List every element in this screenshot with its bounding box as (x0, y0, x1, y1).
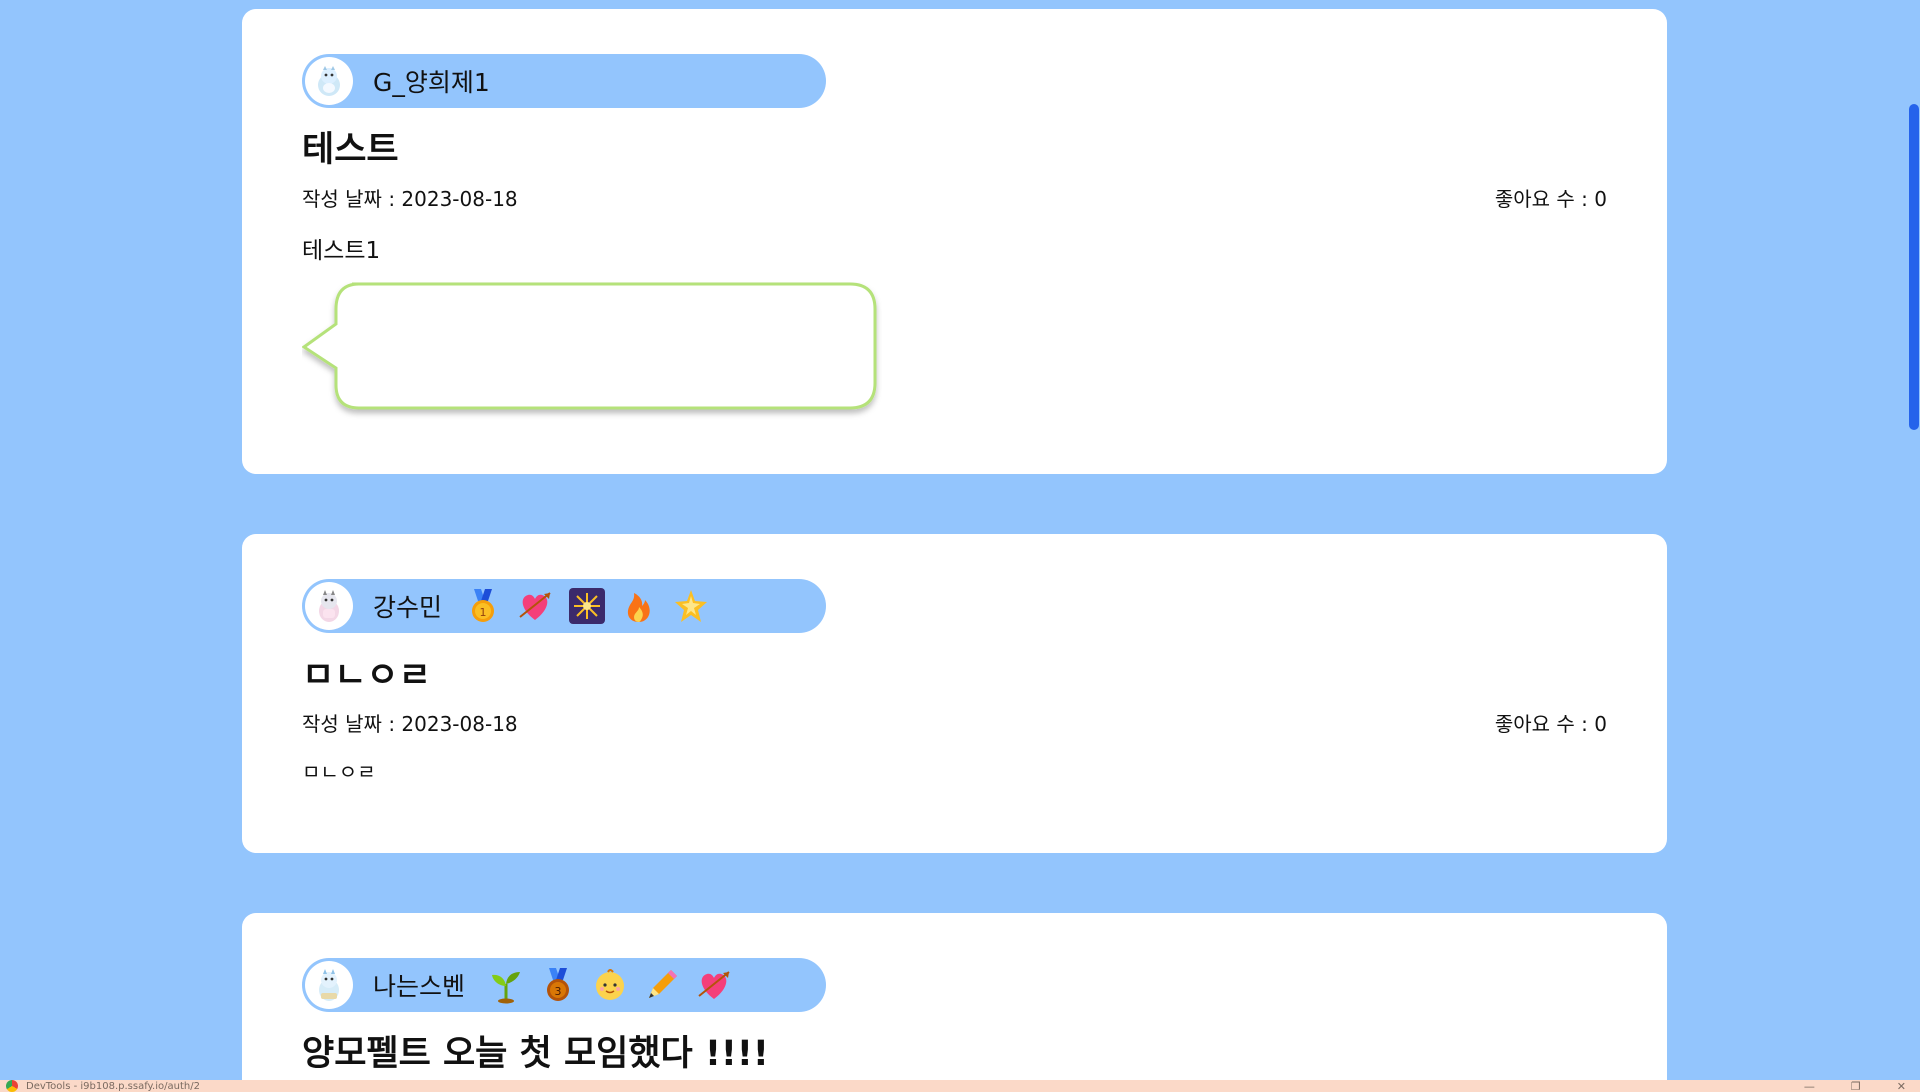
badge-list: 3 (487, 966, 733, 1004)
author-pill[interactable]: G_양희제1 (302, 54, 826, 108)
restore-button[interactable]: ❐ (1851, 1080, 1861, 1092)
dragon-avatar-icon (305, 961, 353, 1009)
post-card[interactable]: 나는스벤 3 양모펠트 오늘 첫 모임했다 !!!! (242, 913, 1667, 1092)
svg-text:1: 1 (480, 606, 487, 619)
glowing-star-icon (672, 587, 710, 625)
post-title: ㅁㄴㅇㄹ (302, 656, 431, 696)
scrollbar-thumb[interactable] (1909, 104, 1919, 430)
badge-list: 1 (464, 587, 710, 625)
sparkler-icon (568, 587, 606, 625)
comment-bubble[interactable] (301, 282, 882, 422)
scrollbar[interactable] (1906, 0, 1920, 1080)
fire-icon (620, 587, 658, 625)
gold-medal-icon: 1 (464, 587, 502, 625)
author-pill[interactable]: 나는스벤 3 (302, 958, 826, 1012)
like-count: 좋아요 수 : 0 (1494, 712, 1607, 736)
post-body: ㅁㄴㅇㄹ (302, 760, 376, 784)
dragon-avatar-icon (305, 582, 353, 630)
post-date: 작성 날짜 : 2023-08-18 (302, 187, 518, 211)
post-title: 양모펠트 오늘 첫 모임했다 !!!! (302, 1034, 769, 1074)
heart-arrow-icon (516, 587, 554, 625)
baby-icon (591, 966, 629, 1004)
seedling-icon (487, 966, 525, 1004)
feed-viewport: G_양희제1 테스트 작성 날짜 : 2023-08-18 좋아요 수 : 0 … (0, 0, 1920, 1092)
like-count: 좋아요 수 : 0 (1494, 187, 1607, 211)
svg-text:3: 3 (555, 985, 562, 998)
close-button[interactable]: ✕ (1897, 1080, 1906, 1092)
taskbar-window-title[interactable]: DevTools - i9b108.p.ssafy.io/auth/2 (26, 1081, 200, 1092)
post-title: 테스트 (302, 130, 399, 170)
window-controls: — ❐ ✕ (1804, 1080, 1906, 1092)
chrome-icon (6, 1080, 18, 1092)
author-pill[interactable]: 강수민 1 (302, 579, 826, 633)
post-date: 작성 날짜 : 2023-08-18 (302, 712, 518, 736)
dragon-avatar-icon (305, 57, 353, 105)
minimize-button[interactable]: — (1804, 1080, 1815, 1092)
author-name: 강수민 (373, 593, 443, 622)
pencil-icon (643, 966, 681, 1004)
post-body: 테스트1 (302, 238, 381, 264)
post-card[interactable]: G_양희제1 테스트 작성 날짜 : 2023-08-18 좋아요 수 : 0 … (242, 9, 1667, 474)
taskbar: DevTools - i9b108.p.ssafy.io/auth/2 — ❐ … (0, 1080, 1920, 1092)
post-card[interactable]: 강수민 1 ㅁㄴㅇㄹ 작성 날짜 : 2023-08-18 좋아요 수: 0 … (242, 534, 1667, 853)
author-name: G_양희제1 (373, 68, 490, 97)
heart-arrow-icon (695, 966, 733, 1004)
author-name: 나는스벤 (373, 972, 466, 1001)
bronze-medal-icon: 3 (539, 966, 577, 1004)
